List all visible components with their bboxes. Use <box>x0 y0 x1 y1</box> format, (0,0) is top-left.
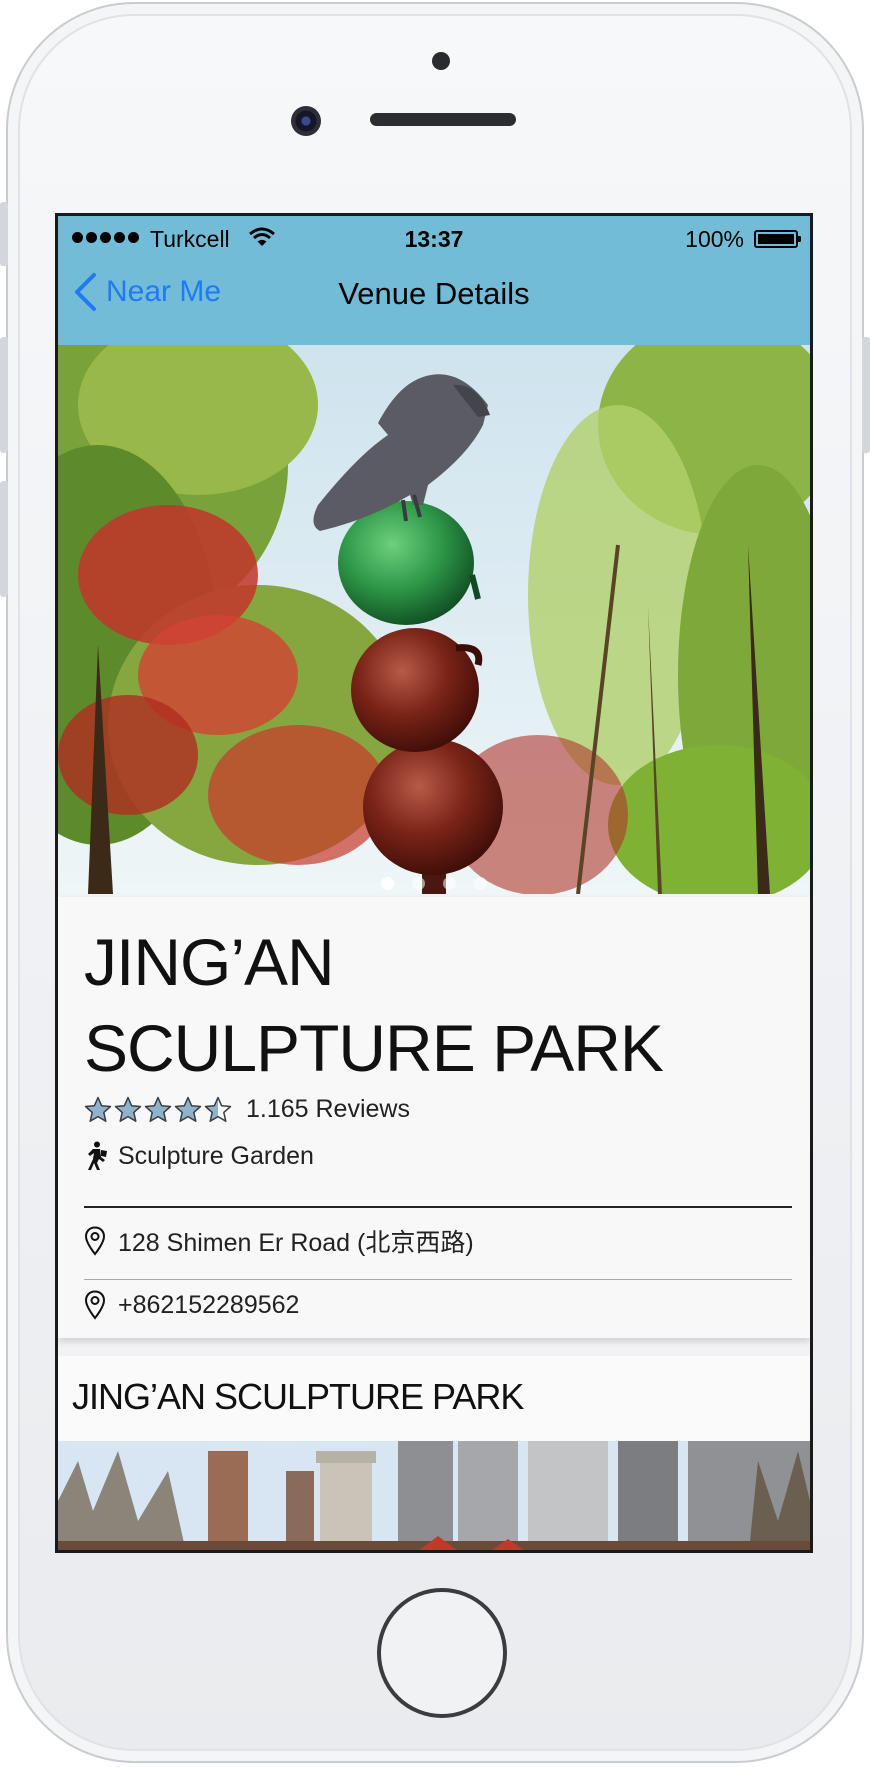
page-dot[interactable] <box>412 877 425 890</box>
venue-category: Sculpture Garden <box>84 1141 314 1171</box>
battery-icon <box>754 230 801 248</box>
reviews-count[interactable]: 1.165 Reviews <box>246 1095 410 1124</box>
section-title: JING’AN SCULPTURE PARK <box>72 1376 524 1417</box>
venue-info-card: JING’AN SCULPTURE PARK 1.165 Reviews Scu… <box>58 897 810 1338</box>
venue-category-label: Sculpture Garden <box>118 1141 314 1170</box>
page-dot[interactable] <box>443 877 456 890</box>
page-dot[interactable] <box>381 877 394 890</box>
gallery-page-indicator[interactable] <box>58 877 810 890</box>
venue-detail-section: JING’AN SCULPTURE PARK <box>58 1356 810 1550</box>
venue-name: JING’AN SCULPTURE PARK <box>84 919 784 1091</box>
location-pin-icon <box>84 1290 106 1320</box>
divider <box>84 1206 792 1208</box>
nav-title: Venue Details <box>338 276 530 311</box>
status-bar: Turkcell 13:37 100% <box>58 216 810 256</box>
park-skyline-photo[interactable] <box>58 1441 810 1550</box>
power-button <box>862 337 870 453</box>
front-camera-icon <box>291 106 321 136</box>
sculpture-photo <box>58 345 810 894</box>
battery-percentage: 100% <box>685 226 744 252</box>
star-rating: 1.165 Reviews <box>84 1095 410 1124</box>
venue-name-line2: SCULPTURE PARK <box>84 1011 664 1085</box>
screen: Turkcell 13:37 100% Near Me Venue Detail… <box>55 213 813 1553</box>
app-screen: Turkcell 13:37 100% Near Me Venue Detail… <box>58 216 810 1550</box>
venue-name-line1: JING’AN <box>84 925 335 999</box>
home-button[interactable] <box>377 1588 507 1718</box>
skyline-image <box>58 1441 810 1550</box>
star-full-icon <box>114 1096 142 1122</box>
venue-photo-gallery[interactable] <box>58 345 810 894</box>
star-full-icon <box>84 1096 112 1122</box>
page-dot[interactable] <box>474 877 487 890</box>
star-half-icon <box>204 1096 232 1122</box>
volume-down-button <box>0 481 8 597</box>
address-text: 128 Shimen Er Road (北京西路) <box>118 1229 474 1257</box>
navigation-bar: Turkcell 13:37 100% Near Me Venue Detail… <box>58 216 810 345</box>
address-row[interactable]: 128 Shimen Er Road (北京西路) <box>84 1223 474 1259</box>
location-pin-icon <box>84 1226 106 1256</box>
star-full-icon <box>144 1096 172 1122</box>
phone-row[interactable]: +862152289562 <box>84 1290 299 1320</box>
earpiece-speaker <box>370 113 516 126</box>
hiker-icon <box>88 1141 107 1170</box>
phone-number: +862152289562 <box>118 1290 300 1319</box>
star-full-icon <box>174 1096 202 1122</box>
divider <box>84 1279 792 1280</box>
rating-stars <box>84 1096 234 1124</box>
mute-switch <box>0 202 8 266</box>
proximity-sensor <box>432 52 450 70</box>
volume-up-button <box>0 337 8 453</box>
